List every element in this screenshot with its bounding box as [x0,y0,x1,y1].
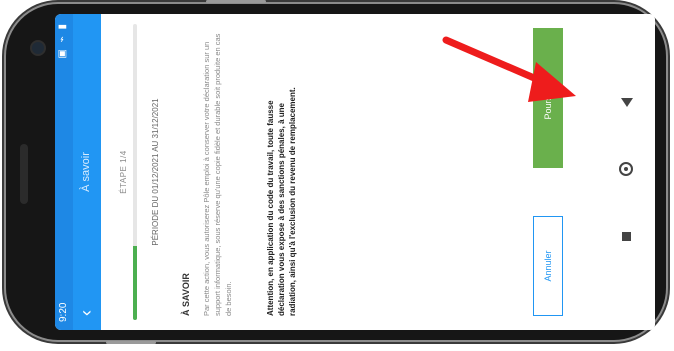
volume-button [106,341,156,344]
red-arrow-icon [442,36,576,102]
step-progress-fill [133,246,137,320]
android-nav-bar [603,14,655,330]
status-icons: ▣ ⌁ ▮ [57,22,68,59]
section-body: Par cette action, vous autoriserez Pôle … [202,33,233,316]
step-progress-bar [133,24,137,320]
period-label: PÉRIODE DU 01/12/2021 AU 31/12/2021 [151,98,160,246]
cancel-button[interactable]: Annuler [533,216,563,316]
speaker-grille [20,144,28,204]
square-recent-icon[interactable] [622,232,631,241]
step-label: ÉTAPE 1/4 [119,150,128,194]
warning-text: Attention, en application du code du tra… [266,87,297,316]
page-title: À savoir [80,152,92,192]
power-button [206,0,266,3]
camera-icon [30,40,46,56]
app-bar: ‹ À savoir [73,14,101,330]
status-time: 9:20 [58,302,69,322]
status-bar: 9:20 ▣ ⌁ ▮ [55,14,73,330]
section-heading: À SAVOIR [181,273,191,316]
triangle-back-icon[interactable] [621,98,633,107]
circle-home-icon[interactable] [619,162,633,176]
